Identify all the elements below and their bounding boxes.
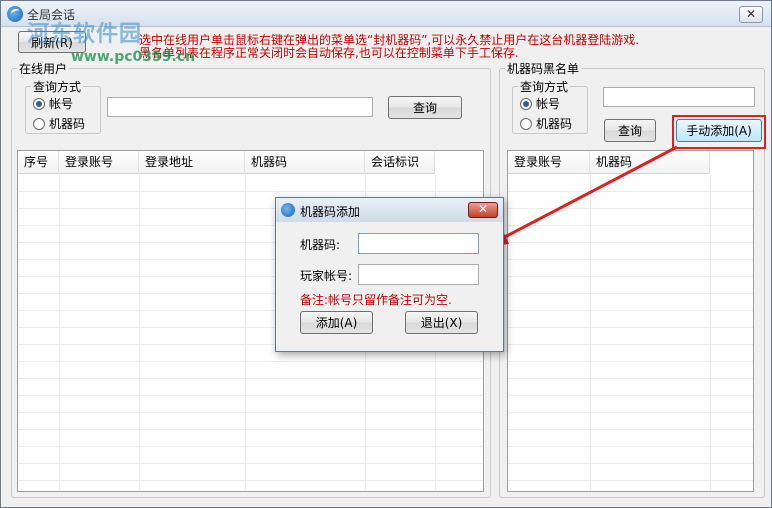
grid-line: [245, 175, 246, 491]
dialog-note: 备注:帐号只留作备注可为空.: [300, 293, 452, 307]
machine-add-dialog: 机器码添加 ✕ 机器码: 玩家帐号: 备注:帐号只留作备注可为空. 添加(A) …: [275, 197, 504, 352]
hint-line-2: 黑名单列表在程序正常关闭时会自动保存,也可以在控制菜单下手工保存.: [139, 46, 519, 60]
online-query-button[interactable]: 查询: [388, 96, 462, 119]
online-col-machine[interactable]: 机器码: [245, 151, 365, 174]
blacklist-group-title: 机器码黑名单: [505, 60, 582, 77]
annotation-highlight-box: [672, 115, 766, 149]
radio-unchecked-icon: [520, 117, 532, 130]
main-window: 全局会话 ✕ 刷新(R) 选中在线用户单击鼠标右键在弹出的菜单选“封机器码”,可…: [0, 0, 772, 508]
blacklist-radio-machine-label: 机器码: [536, 117, 573, 131]
player-account-label: 玩家帐号:: [300, 269, 353, 283]
blacklist-query-button[interactable]: 查询: [604, 119, 656, 142]
online-radio-account-label: 帐号: [49, 97, 74, 111]
grid-line: [139, 175, 140, 491]
dialog-title: 机器码添加: [300, 205, 361, 219]
blacklist-list[interactable]: 登录账号 机器码: [507, 150, 754, 492]
machine-code-input[interactable]: [358, 233, 479, 254]
online-radio-account[interactable]: 帐号: [33, 95, 73, 112]
online-radio-machine[interactable]: 机器码: [33, 115, 85, 132]
dialog-exit-button[interactable]: 退出(X): [405, 311, 478, 334]
blacklist-radio-account-label: 帐号: [536, 97, 561, 111]
dialog-close-button[interactable]: ✕: [468, 202, 498, 218]
blacklist-list-rows: [508, 175, 753, 491]
grid-line: [590, 175, 591, 491]
dialog-title-bar[interactable]: 机器码添加 ✕: [276, 198, 503, 222]
machine-code-label: 机器码:: [300, 238, 341, 252]
player-account-input[interactable]: [358, 264, 479, 285]
blacklist-list-header: 登录账号 机器码: [508, 151, 710, 174]
window-close-button[interactable]: ✕: [739, 6, 763, 23]
radio-checked-icon: [33, 97, 45, 110]
app-logo-icon: [7, 6, 23, 22]
watermark-url: www.pc0359.cn: [71, 49, 196, 65]
watermark-text: 河东软件园: [27, 22, 143, 47]
online-radio-machine-label: 机器码: [49, 117, 86, 131]
radio-checked-icon: [520, 97, 532, 110]
online-query-mode-title: 查询方式: [31, 78, 84, 95]
online-search-input[interactable]: [107, 97, 373, 117]
online-col-index[interactable]: 序号: [18, 151, 59, 174]
blacklist-col-account[interactable]: 登录账号: [508, 151, 590, 174]
blacklist-radio-account[interactable]: 帐号: [520, 95, 560, 112]
online-col-session[interactable]: 会话标识: [365, 151, 435, 174]
blacklist-radio-machine[interactable]: 机器码: [520, 115, 572, 132]
blacklist-search-input[interactable]: [603, 87, 755, 107]
grid-line: [59, 175, 60, 491]
online-col-address[interactable]: 登录地址: [139, 151, 245, 174]
dialog-add-button[interactable]: 添加(A): [300, 311, 373, 334]
online-col-account[interactable]: 登录账号: [59, 151, 139, 174]
online-users-group-title: 在线用户: [17, 60, 70, 77]
app-logo-icon: [281, 203, 295, 217]
radio-unchecked-icon: [33, 117, 45, 130]
blacklist-col-machine[interactable]: 机器码: [590, 151, 710, 174]
blacklist-query-mode-title: 查询方式: [518, 78, 571, 95]
grid-line: [710, 175, 711, 491]
online-list-header: 序号 登录账号 登录地址 机器码 会话标识: [18, 151, 435, 174]
